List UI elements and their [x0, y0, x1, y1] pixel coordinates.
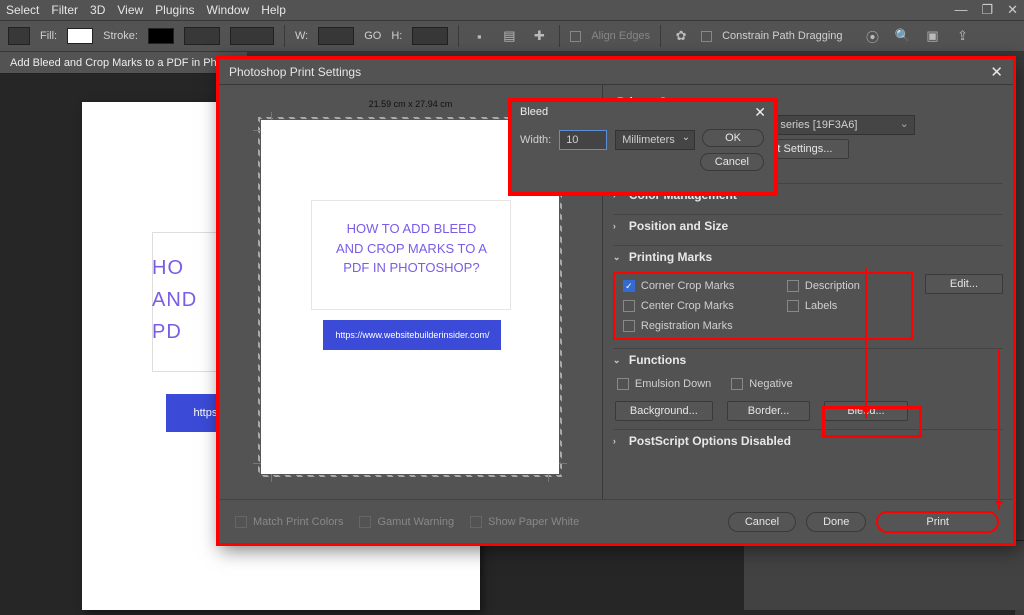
align-edges-checkbox[interactable] [570, 31, 581, 42]
highlight-arrow-2 [998, 350, 1000, 510]
fill-swatch[interactable] [67, 28, 93, 44]
path-ops-icon[interactable]: ✚ [529, 26, 549, 46]
paper-white-label: Show Paper White [488, 516, 579, 528]
gear-icon[interactable]: ✿ [671, 26, 691, 46]
preview-dimensions: 21.59 cm x 27.94 cm [369, 99, 453, 109]
border-button[interactable]: Border... [727, 401, 811, 421]
stroke-label: Stroke: [103, 30, 138, 42]
negative-checkbox[interactable] [731, 378, 743, 390]
menu-3d[interactable]: 3D [90, 3, 105, 17]
print-button[interactable]: Print [876, 511, 999, 533]
preview-headline-2: AND CROP MARKS TO A [336, 241, 487, 256]
menu-select[interactable]: Select [6, 3, 39, 17]
options-bar: Fill: Stroke: W: GO H: ▪ ▤ ✚ Align Edges… [0, 20, 1024, 52]
twisty-icon[interactable]: › [613, 436, 623, 446]
bleed-ok-button[interactable]: OK [702, 129, 764, 147]
canvas-head-frag-2: AND [152, 289, 197, 311]
height-label: H: [391, 30, 402, 42]
bleed-dialog: Bleed ✕ Width: 10 Millimeters OK Cancel [508, 98, 778, 196]
bleed-width-label: Width: [520, 134, 551, 146]
preview-headline-1: HOW TO ADD BLEED [347, 221, 477, 236]
fill-label: Fill: [40, 30, 57, 42]
align-edges-label: Align Edges [591, 30, 650, 42]
background-button[interactable]: Background... [615, 401, 713, 421]
bleed-cancel-button[interactable]: Cancel [700, 153, 764, 171]
home-icon[interactable]: ⦿ [863, 26, 883, 46]
stroke-width-field[interactable] [184, 27, 220, 45]
match-colors-label: Match Print Colors [253, 516, 343, 528]
canvas-head-frag-1: HO [152, 257, 184, 279]
bleed-title: Bleed [520, 106, 548, 118]
description-checkbox[interactable] [787, 280, 799, 292]
edit-marks-button[interactable]: Edit... [925, 274, 1003, 294]
registration-checkbox[interactable] [623, 320, 635, 332]
preview-url: https://www.websitebuilderinsider.com/ [323, 320, 501, 350]
width-label: W: [295, 30, 308, 42]
printing-marks-heading[interactable]: Printing Marks [629, 250, 712, 264]
labels-checkbox[interactable] [787, 300, 799, 312]
emulsion-label: Emulsion Down [635, 378, 711, 390]
menu-bar: Select Filter 3D View Plugins Window Hel… [0, 0, 1024, 20]
menu-view[interactable]: View [117, 3, 143, 17]
window-close-icon[interactable]: ✕ [1007, 2, 1018, 18]
gamut-checkbox [359, 516, 371, 528]
go-label: GO [364, 30, 381, 42]
dialog-title: Photoshop Print Settings [229, 65, 361, 79]
cancel-button[interactable]: Cancel [728, 512, 796, 532]
search-icon[interactable]: 🔍 [893, 26, 913, 46]
window-restore-icon[interactable]: ❐ [981, 2, 993, 18]
position-size-heading[interactable]: Position and Size [629, 219, 728, 233]
center-crop-label: Center Crop Marks [641, 300, 734, 312]
stroke-swatch[interactable] [148, 28, 174, 44]
postscript-heading[interactable]: PostScript Options Disabled [629, 434, 791, 448]
share-icon[interactable]: ⇪ [953, 26, 973, 46]
gamut-label: Gamut Warning [377, 516, 454, 528]
functions-heading[interactable]: Functions [629, 353, 686, 367]
bleed-unit-dropdown[interactable]: Millimeters [615, 130, 695, 150]
preview-headline-3: PDF IN PHOTOSHOP? [343, 260, 479, 275]
menu-filter[interactable]: Filter [51, 3, 78, 17]
tool-preset-dropdown[interactable] [8, 27, 30, 45]
corner-crop-checkbox[interactable]: ✓ [623, 280, 635, 292]
match-colors-checkbox [235, 516, 247, 528]
paper-white-checkbox [470, 516, 482, 528]
emulsion-checkbox[interactable] [617, 378, 629, 390]
bleed-close-icon[interactable]: ✕ [754, 104, 766, 121]
align-left-icon[interactable]: ▤ [499, 26, 519, 46]
constrain-checkbox[interactable] [701, 31, 712, 42]
twisty-icon[interactable]: ⌄ [613, 252, 623, 263]
done-button[interactable]: Done [806, 512, 866, 532]
dialog-close-icon[interactable]: ✕ [990, 63, 1003, 81]
width-field[interactable] [318, 27, 354, 45]
window-min-icon[interactable]: — [954, 2, 967, 18]
labels-label: Labels [805, 300, 837, 312]
stroke-style-dropdown[interactable] [230, 27, 274, 45]
printing-marks-group: ✓ Corner Crop Marks Description Center Cr… [613, 272, 913, 340]
corner-crop-label: Corner Crop Marks [641, 280, 735, 292]
center-crop-checkbox[interactable] [623, 300, 635, 312]
negative-label: Negative [749, 378, 792, 390]
twisty-icon[interactable]: › [613, 221, 623, 231]
menu-plugins[interactable]: Plugins [155, 3, 194, 17]
description-label: Description [805, 280, 860, 292]
frame-icon[interactable]: ▣ [923, 26, 943, 46]
menu-window[interactable]: Window [207, 3, 250, 17]
highlight-arrow-1 [865, 268, 867, 418]
registration-label: Registration Marks [641, 320, 733, 332]
canvas-head-frag-3: PD [152, 321, 182, 343]
dialog-footer: Match Print Colors Gamut Warning Show Pa… [219, 499, 1013, 543]
document-tab[interactable]: Add Bleed and Crop Marks to a PDF in Pho… [0, 52, 247, 73]
bottom-panel [744, 540, 1024, 610]
bleed-width-field[interactable]: 10 [559, 130, 607, 150]
align-icon[interactable]: ▪ [469, 26, 489, 46]
height-field[interactable] [412, 27, 448, 45]
constrain-label: Constrain Path Dragging [722, 30, 842, 42]
twisty-icon[interactable]: ⌄ [613, 355, 623, 366]
menu-help[interactable]: Help [261, 3, 286, 17]
